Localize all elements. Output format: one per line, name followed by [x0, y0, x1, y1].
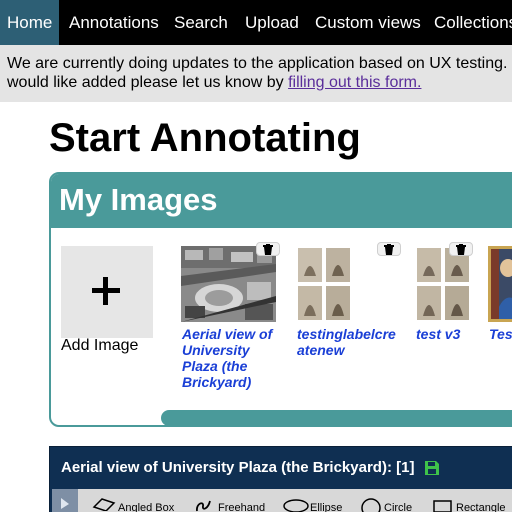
- image-title-aerial[interactable]: Aerial view of University Plaza (the Bri…: [182, 326, 272, 390]
- my-images-title: My Images: [59, 182, 218, 217]
- circle-icon: [361, 498, 381, 512]
- circle-tool[interactable]: Circle: [360, 497, 420, 512]
- notice-line-1: We are currently doing updates to the ap…: [7, 55, 508, 72]
- trash-icon: [384, 244, 394, 255]
- angled-box-tool[interactable]: Angled Box: [92, 497, 176, 512]
- nav-custom-views[interactable]: Custom views: [315, 0, 421, 45]
- plus-icon: [91, 276, 121, 306]
- image-thumbnail-aerial[interactable]: [181, 246, 276, 322]
- trash-icon: [263, 244, 273, 255]
- feedback-form-link[interactable]: filling out this form.: [288, 74, 421, 91]
- image-thumbnail-testinglabel[interactable]: [296, 246, 352, 322]
- top-nav: Home Annotations Search Upload Custom vi…: [0, 0, 512, 45]
- image-title-testinglabel[interactable]: testinglabelcre atenew: [297, 326, 396, 358]
- add-image-button[interactable]: [61, 246, 153, 338]
- my-images-panel: My Images Add Image Aerial view of Unive…: [49, 172, 512, 427]
- image-thumbnail-test-v3[interactable]: [415, 246, 471, 322]
- notice-line-2-text: would like added please let us know by: [7, 74, 289, 91]
- select-tool-button[interactable]: [52, 489, 78, 512]
- delete-image-button-aerial[interactable]: [256, 242, 280, 256]
- drawing-toolbar: Angled Box Freehand Ellipse Circle Recta…: [52, 489, 512, 512]
- image-title-test-v3[interactable]: test v3: [416, 326, 460, 342]
- nav-search[interactable]: Search: [174, 0, 228, 45]
- delete-image-button-test-v3[interactable]: [449, 242, 473, 256]
- editor-title: Aerial view of University Plaza (the Bri…: [61, 459, 415, 476]
- ellipse-tool[interactable]: Ellipse: [282, 497, 348, 512]
- image-thumbnail-painting[interactable]: [488, 246, 512, 322]
- page-title: Start Annotating: [49, 116, 361, 160]
- add-image-label[interactable]: Add Image: [61, 337, 138, 355]
- delete-image-button-testinglabel[interactable]: [377, 242, 401, 256]
- image-title-painting[interactable]: Tes: [489, 326, 512, 342]
- images-scrollbar[interactable]: [161, 410, 512, 425]
- my-images-header: My Images: [51, 174, 512, 228]
- nav-annotations[interactable]: Annotations: [69, 0, 159, 45]
- trash-icon: [456, 244, 466, 255]
- rectangle-tool[interactable]: Rectangle: [432, 497, 512, 512]
- rectangle-icon: [433, 500, 452, 512]
- nav-upload[interactable]: Upload: [245, 0, 299, 45]
- angled-box-icon: [92, 498, 116, 511]
- nav-collections[interactable]: Collections: [434, 0, 512, 45]
- annotation-editor: Aerial view of University Plaza (the Bri…: [49, 446, 512, 512]
- nav-home[interactable]: Home: [0, 0, 60, 45]
- notice-banner: We are currently doing updates to the ap…: [0, 45, 512, 102]
- save-icon[interactable]: [424, 460, 440, 476]
- freehand-icon: [196, 500, 211, 512]
- freehand-tool[interactable]: Freehand: [194, 497, 268, 512]
- ellipse-icon: [283, 499, 309, 512]
- notice-line-2: would like added please let us know by f…: [7, 74, 421, 92]
- pointer-icon: [61, 498, 69, 509]
